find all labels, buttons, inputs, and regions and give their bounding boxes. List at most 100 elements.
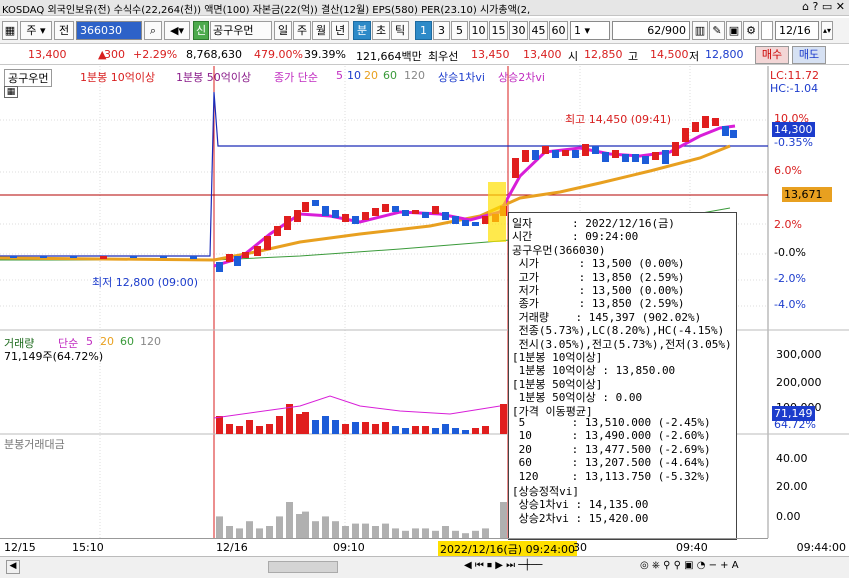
legend-10eok[interactable]: 1분봉 10억이상 [80, 69, 155, 85]
count-select[interactable]: 1 ▾ [570, 21, 610, 40]
x-axis: 12/15 15:10 12/16 09:10 2022/12/16(금) 09… [0, 538, 846, 557]
candle [432, 206, 439, 214]
table-icon[interactable]: ▦ [4, 86, 18, 98]
low-label: 저 [689, 50, 700, 63]
interval-60[interactable]: 60 [549, 21, 568, 40]
interval-45[interactable]: 45 [529, 21, 548, 40]
volume-legend-60[interactable]: 60 [120, 335, 134, 348]
candle [722, 126, 729, 136]
period-month[interactable]: 월 [312, 21, 330, 40]
chart-type-icon[interactable]: ▦ [2, 21, 18, 40]
search-icon[interactable]: ⌕ [144, 21, 162, 40]
sound-icon[interactable]: ◀▾ [164, 21, 190, 40]
candle [322, 206, 329, 216]
volume-bar [286, 404, 293, 434]
vol-ma5-line [213, 395, 501, 419]
legend-vi1[interactable]: 상승1차vi [438, 69, 485, 85]
amount-bar [352, 523, 359, 538]
market-select[interactable]: 주 ▾ [20, 21, 52, 40]
window-controls[interactable]: ⌂ ? ▭ ✕ [802, 0, 845, 13]
candle [562, 150, 569, 156]
ma-price-box: 13,671 [782, 187, 832, 202]
candle [602, 152, 609, 162]
tooltip-line: 60 : 13,207.500 (-4.64%) [512, 456, 711, 470]
legend-ma20[interactable]: 20 [364, 69, 378, 82]
period-second[interactable]: 초 [372, 21, 390, 40]
candle [10, 256, 17, 258]
volume-bar [226, 424, 233, 434]
candle [332, 210, 339, 218]
volume-bar [266, 424, 273, 434]
display-count[interactable]: 62/900 [612, 21, 690, 40]
date-checkbox[interactable] [761, 21, 773, 40]
tooltip-line: 5 : 13,510.000 (-2.45%) [512, 416, 711, 429]
period-minute[interactable]: 분 [353, 21, 371, 40]
prev-button[interactable]: 전 [54, 21, 74, 40]
amount-bar [422, 528, 429, 538]
amount-bar [402, 530, 409, 538]
candle [452, 216, 459, 224]
amt-y-20: 20.00 [776, 480, 808, 493]
period-week[interactable]: 주 [293, 21, 311, 40]
gear-icon[interactable]: ⚙ [743, 21, 759, 40]
turnover-rate: 39.39% [304, 48, 346, 61]
candle [522, 150, 529, 162]
current-price: 13,400 [28, 48, 67, 61]
period-tick[interactable]: 틱 [391, 21, 409, 40]
candle [692, 122, 699, 132]
legend-ma60[interactable]: 60 [383, 69, 397, 82]
volume-bar [372, 424, 379, 434]
volume-bar [322, 416, 329, 434]
interval-10[interactable]: 10 [469, 21, 488, 40]
tooltip-line: 상승2차vi : 15,420.00 [512, 511, 649, 525]
legend-ma10[interactable]: 10 [347, 69, 361, 82]
interval-3[interactable]: 3 [433, 21, 450, 40]
bid-price: 13,450 [471, 48, 510, 61]
hc-value: HC:-1.04 [770, 82, 819, 95]
legend-ma[interactable]: 종가 단순 [274, 69, 318, 85]
volume-legend-5[interactable]: 5 [86, 335, 93, 348]
draw-icon[interactable]: ✎ [709, 21, 725, 40]
amount-bar [412, 528, 419, 538]
amount-bar [482, 528, 489, 538]
scroll-left-icon[interactable]: ◀ [6, 560, 20, 574]
grid-icon[interactable]: ▥ [692, 21, 708, 40]
period-day[interactable]: 일 [274, 21, 292, 40]
high-label: 고 [628, 50, 639, 63]
legend-vi2[interactable]: 상승2차vi [498, 69, 545, 85]
candle [442, 212, 449, 220]
legend-50eok[interactable]: 1분봉 50억이상 [176, 69, 251, 85]
playback-controls[interactable]: ◀ ⏮ ⏹ ▶ ⏭ ─┼── [464, 560, 624, 574]
amount-legend[interactable]: 분봉거래대금 [4, 436, 65, 452]
period-year[interactable]: 년 [331, 21, 349, 40]
save-icon[interactable]: ▣ [726, 21, 742, 40]
candle [100, 256, 107, 259]
interval-5[interactable]: 5 [451, 21, 468, 40]
interval-1[interactable]: 1 [415, 21, 432, 40]
scroll-bar[interactable]: ◀ ◀ ⏮ ⏹ ▶ ⏭ ─┼── ◎ ⎈ ⚲ ⚲ ▣ ◔ − + A [0, 556, 849, 578]
candle [730, 130, 737, 138]
scroll-thumb[interactable] [268, 561, 338, 573]
zoom-controls[interactable]: ◎ ⎈ ⚲ ⚲ ▣ ◔ − + A [640, 560, 840, 574]
volume-legend-20[interactable]: 20 [100, 335, 114, 348]
amount-bar [312, 521, 319, 538]
legend-ma5[interactable]: 5 [336, 69, 343, 82]
date-input[interactable]: 12/16 [775, 21, 819, 40]
amount-bar [362, 523, 369, 538]
candle [362, 212, 369, 220]
sell-button[interactable]: 매도 [792, 46, 826, 64]
candle [190, 256, 197, 259]
volume-legend-120[interactable]: 120 [140, 335, 161, 348]
interval-30[interactable]: 30 [509, 21, 528, 40]
buy-button[interactable]: 매수 [755, 46, 789, 64]
candle [302, 202, 309, 212]
volume-bar [352, 422, 359, 434]
interval-15[interactable]: 15 [489, 21, 508, 40]
date-spin-icon[interactable]: ▴▾ [821, 21, 833, 40]
code-input[interactable]: 366030 [76, 21, 142, 40]
legend-ma120[interactable]: 120 [404, 69, 425, 82]
candle [672, 142, 679, 156]
candle [592, 146, 599, 154]
y-label-6pct: 6.0% [774, 164, 802, 177]
legend-stock-name[interactable]: 공구우먼 [4, 69, 53, 87]
